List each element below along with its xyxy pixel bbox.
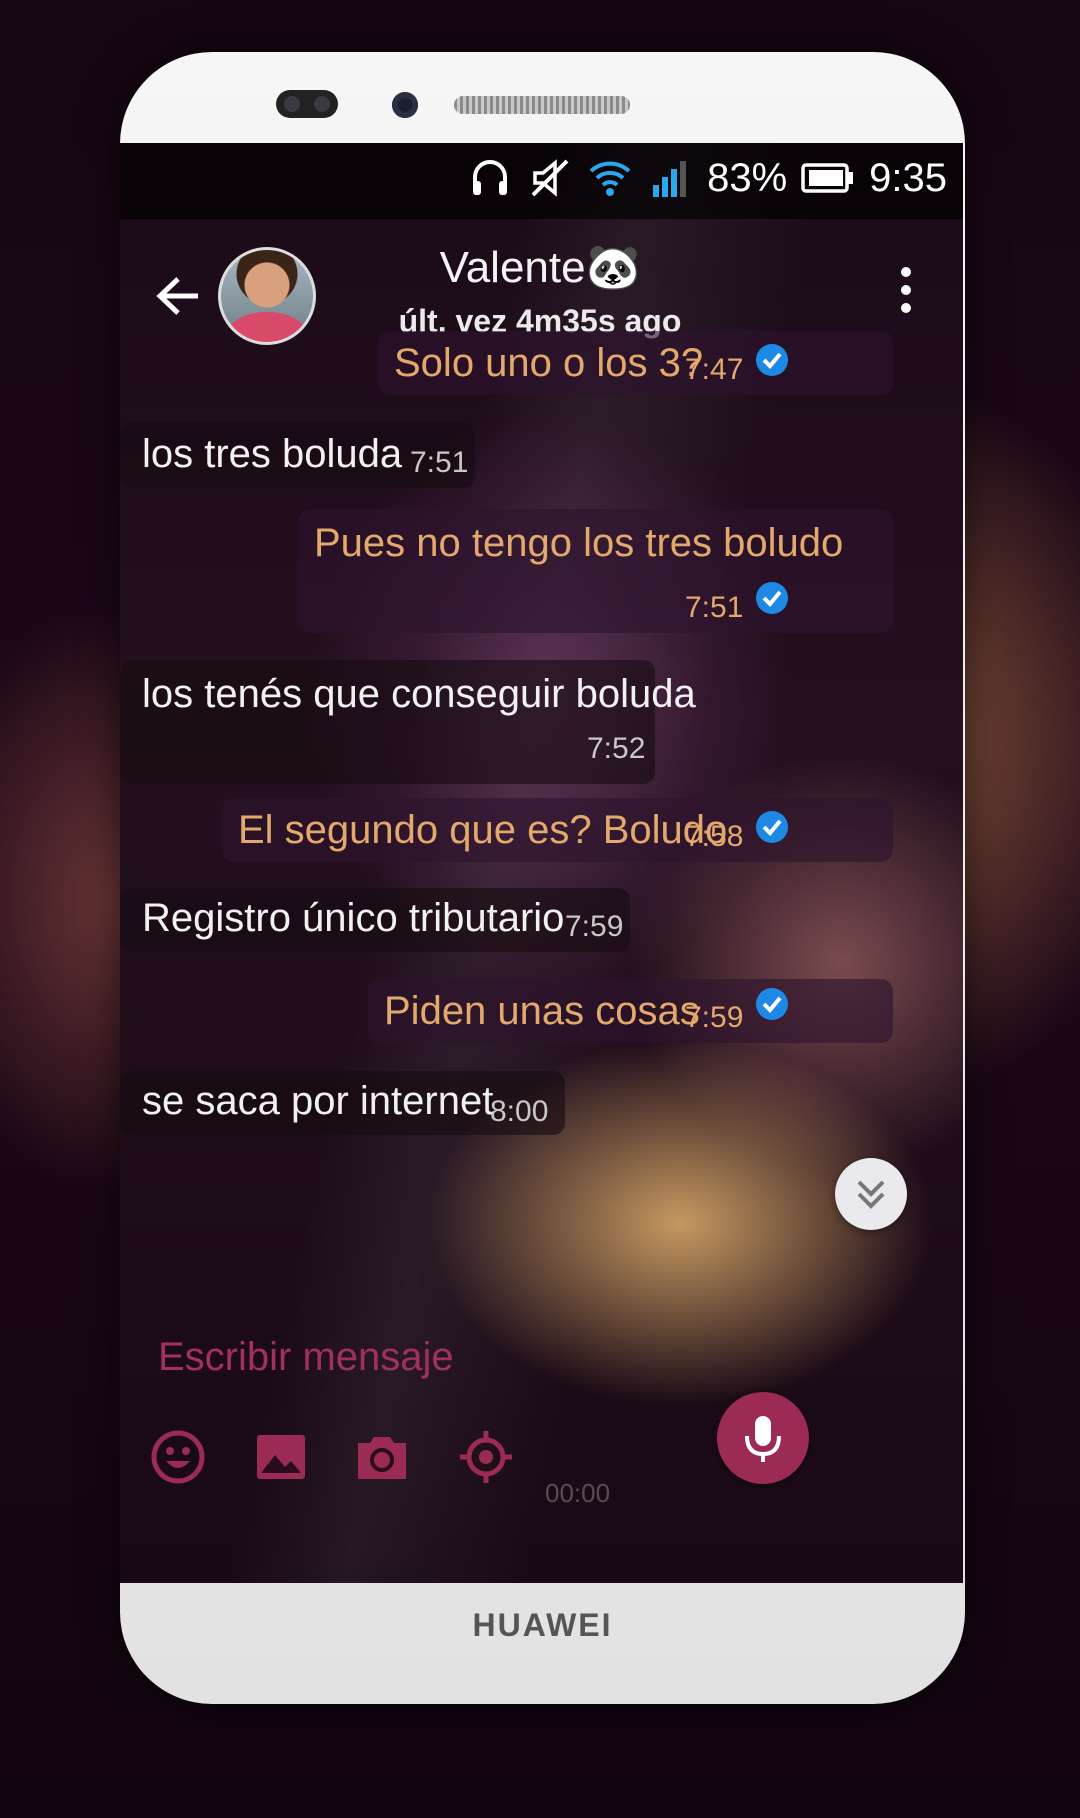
message-input[interactable] — [158, 1325, 778, 1389]
read-check-icon — [756, 344, 788, 376]
message-bubble[interactable]: los tres boluda 7:51 — [120, 422, 475, 488]
message-bubble[interactable]: Solo uno o los 3? 7:47 — [378, 331, 893, 395]
back-arrow-icon[interactable] — [154, 273, 202, 324]
message-time: 7:47 — [685, 353, 744, 386]
wifi-icon — [587, 155, 633, 201]
message-text: Registro único tributario — [142, 896, 565, 940]
message-time: 7:59 — [565, 910, 624, 943]
recording-timer: 00:00 — [545, 1478, 611, 1508]
message-bubble[interactable]: Piden unas cosas 7:59 — [368, 979, 893, 1043]
contact-avatar[interactable] — [218, 247, 316, 345]
headphones-icon — [467, 155, 513, 201]
camera-icon[interactable] — [354, 1429, 410, 1485]
message-text: Piden unas cosas — [384, 989, 700, 1033]
message-text: El segundo que es? Boludo — [238, 808, 728, 852]
gallery-icon[interactable] — [253, 1429, 309, 1485]
mute-icon — [527, 155, 573, 201]
microphone-icon — [745, 1416, 781, 1462]
phone-screen: 83% 9:35 Valente🐼 últ. vez 4m35s ago Sol… — [120, 143, 963, 1583]
double-chevron-down-icon — [857, 1180, 885, 1209]
message-time: 7:51 — [410, 446, 469, 479]
battery-icon — [801, 161, 855, 195]
microphone-button[interactable] — [717, 1392, 809, 1484]
battery-percent: 83% — [707, 155, 788, 200]
message-time: 7:51 — [685, 591, 744, 624]
front-camera — [392, 92, 418, 118]
signal-icon — [647, 155, 693, 201]
message-time: 7:59 — [685, 1001, 744, 1034]
message-time: 7:58 — [685, 820, 744, 853]
message-bubble[interactable]: El segundo que es? Boludo 7:58 — [222, 798, 893, 862]
sensor-cluster — [276, 90, 338, 118]
message-text: los tres boluda — [142, 432, 403, 476]
message-text: se saca por internet — [142, 1079, 494, 1123]
message-bubble[interactable]: se saca por internet 8:00 — [120, 1071, 565, 1135]
message-text: Solo uno o los 3? — [394, 341, 704, 385]
scroll-to-bottom-button[interactable] — [835, 1158, 907, 1230]
message-bubble[interactable]: los tenés que conseguir boluda 7:52 — [120, 660, 696, 784]
message-text: los tenés que conseguir boluda — [142, 672, 696, 716]
message-time: 7:52 — [587, 732, 646, 765]
message-bubble[interactable]: Pues no tengo los tres boludo 7:51 — [298, 509, 893, 633]
read-check-icon — [756, 811, 788, 843]
device-brand: HUAWEI — [472, 1607, 613, 1643]
read-check-icon — [756, 988, 788, 1020]
location-icon[interactable] — [458, 1429, 514, 1485]
contact-name[interactable]: Valente🐼 — [320, 241, 760, 293]
earpiece-speaker — [454, 96, 630, 114]
message-text: Pues no tengo los tres boludo — [314, 521, 844, 565]
message-bubble[interactable]: Registro único tributario 7:59 — [120, 888, 630, 952]
clock: 9:35 — [869, 155, 947, 200]
overflow-menu-icon[interactable] — [901, 267, 913, 321]
read-check-icon — [756, 582, 788, 614]
message-time: 8:00 — [490, 1095, 549, 1128]
status-bar: 83% 9:35 — [120, 143, 963, 219]
emoji-icon[interactable] — [150, 1429, 206, 1485]
